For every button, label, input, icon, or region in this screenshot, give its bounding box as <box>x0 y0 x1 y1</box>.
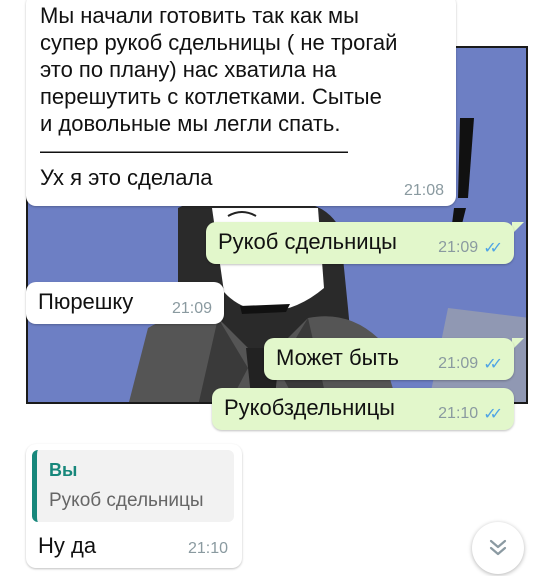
message-time: 21:10 <box>438 405 479 422</box>
double-chevron-down-icon <box>489 539 507 556</box>
quote-author: Вы <box>49 460 78 480</box>
message-time: 21:09 <box>438 355 479 372</box>
message-time: 21:09 <box>438 239 479 256</box>
message-time: 21:08 <box>403 182 444 199</box>
message-text: Рукоб сдельницы <box>218 229 397 254</box>
bubble-tail <box>14 444 26 456</box>
message-bubble-incoming[interactable]: Пюрешку 21:09 <box>26 282 224 324</box>
message-text: Может быть <box>276 345 399 370</box>
message-meta: 21:10 ✓✓ <box>438 404 503 424</box>
double-check-icon: ✓✓ <box>483 356 503 373</box>
message-time: 21:09 <box>171 300 212 317</box>
message-text: Пюрешку <box>38 289 134 314</box>
double-check-icon: ✓✓ <box>483 406 503 423</box>
bubble-tail <box>14 282 26 294</box>
scroll-down-button[interactable] <box>472 522 524 574</box>
message-time: 21:10 <box>188 540 229 557</box>
message-bubble-outgoing[interactable]: Может быть 21:09 ✓✓ <box>264 338 514 380</box>
quote-text: Рукоб сдельницы <box>49 490 204 511</box>
message-bubble-outgoing[interactable]: Рукобздельницы 21:10 ✓✓ <box>212 388 514 430</box>
message-bubble-incoming[interactable]: Мы начали готовить так как мы супер руко… <box>26 0 456 206</box>
message-text: Рукобздельницы <box>224 395 395 420</box>
message-meta: 21:09 <box>172 300 212 318</box>
message-meta: 21:08 <box>404 182 444 200</box>
message-meta: 21:09 ✓✓ <box>438 238 503 258</box>
message-meta: 21:09 ✓✓ <box>438 354 503 374</box>
quoted-message[interactable]: Вы Рукоб сдельницы <box>32 450 234 522</box>
message-text: Ну да <box>38 533 97 558</box>
message-bubble-outgoing[interactable]: Рукоб сдельницы 21:09 ✓✓ <box>206 222 514 264</box>
double-check-icon: ✓✓ <box>483 240 503 257</box>
message-text: Мы начали готовить так как мы супер руко… <box>40 3 398 190</box>
